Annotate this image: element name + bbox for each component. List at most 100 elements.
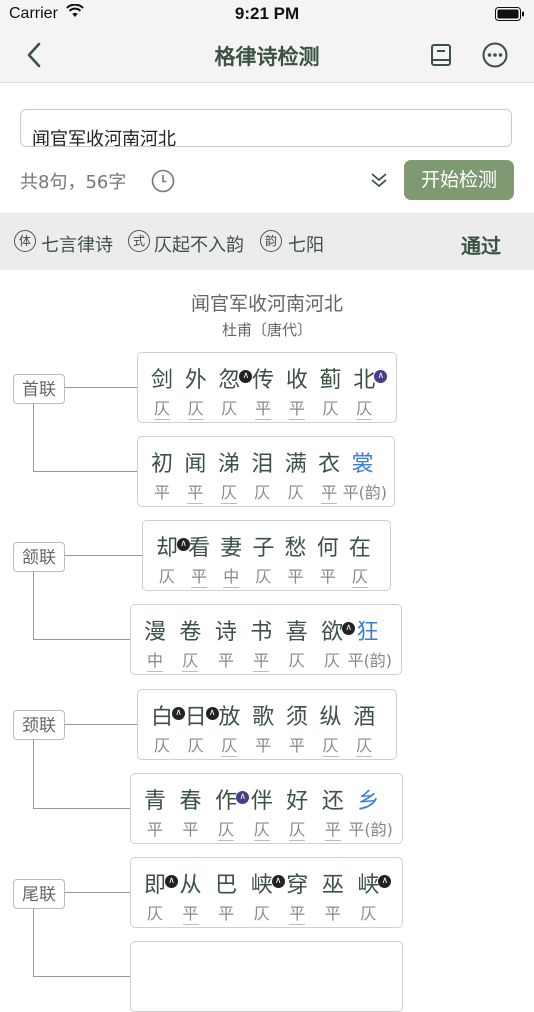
poem-input-text: 闻官军收河南河北 (32, 129, 176, 147)
char-cell: 闻平 (179, 437, 211, 507)
char-cell (352, 942, 384, 1012)
tone-text: 仄 (287, 483, 304, 502)
poem-line[interactable]: 白 ∧ 仄日 ∧ 仄放仄歌平须平纵仄酒仄 (137, 689, 397, 760)
poem-line[interactable]: 却 ∧ 仄看平妻中子仄愁平何平在仄 (142, 520, 391, 591)
tone-text: 平(韵) (348, 820, 393, 839)
tone-text: 仄 (356, 736, 373, 757)
poem-pattern-label: 仄起不入韵 (154, 235, 244, 256)
char-cell: 伴仄 (246, 774, 278, 844)
more-icon[interactable] (482, 42, 508, 72)
poem-char: 好 (286, 789, 309, 814)
char-cell: 看平 (183, 521, 215, 591)
poem-line[interactable]: 漫中卷仄诗平书平喜仄欲 ∧ 仄狂平(韵) (130, 604, 402, 675)
poem-author: 杜甫〔唐代〕 (221, 321, 312, 339)
char-cell (210, 942, 242, 1012)
tone-text: 仄 (187, 399, 204, 420)
poem-char: 剑 (150, 368, 173, 393)
poem-char: 酒 (353, 705, 376, 730)
poem-char: 书 (250, 620, 273, 645)
char-cell (139, 942, 171, 1012)
char-cell (246, 942, 278, 1012)
tone-text: 仄 (220, 483, 237, 504)
poem-char: 放 (218, 705, 241, 730)
lian-connector (33, 740, 131, 809)
tone-label: 仄 (180, 395, 212, 420)
tone-text: 仄 (351, 567, 368, 588)
tone-label: 仄 (213, 732, 245, 757)
tone-label: 平 (139, 816, 171, 840)
tone-label: 中 (215, 563, 247, 588)
bookmark-icon[interactable] (430, 43, 452, 71)
poem-char: 穿 (286, 873, 309, 898)
tone-mark-icon: ∧ (374, 370, 388, 383)
poem-line[interactable]: 青平春平作 ∧ 仄伴仄好仄还平乡平(韵) (130, 773, 403, 844)
char-cell: 却 ∧ 仄 (151, 521, 190, 591)
tone-text: 平 (321, 483, 338, 504)
char-cell: 春平 (175, 774, 207, 844)
tone-label: 平 (210, 647, 242, 671)
tone-text: 平 (324, 820, 341, 841)
tone-text: 平 (217, 651, 234, 670)
poem-char: 在 (348, 536, 371, 561)
char-cell: 何平 (312, 521, 344, 591)
char-cell: 峡 ∧ 仄 (246, 858, 285, 928)
start-check-button[interactable]: 开始检测 (404, 160, 514, 200)
tone-label: 平 (312, 563, 344, 587)
char-cell: 诗平 (210, 605, 242, 675)
poem-char: 传 (252, 368, 275, 393)
tone-text: 中 (223, 567, 240, 588)
char-cell: 即 ∧ 仄 (139, 858, 178, 928)
tone-text: 仄 (187, 736, 204, 755)
tone-text: 平 (324, 904, 341, 923)
char-cell: 乡平(韵) (348, 774, 393, 844)
tone-text: 仄 (146, 904, 163, 923)
lian-connector (33, 404, 138, 472)
couplet-label: 颔联 (13, 542, 65, 572)
poem-char: 衣 (318, 452, 341, 477)
tone-label: 平 (317, 900, 349, 924)
poem-input[interactable]: 闻官军收河南河北 (20, 109, 512, 147)
poem-line[interactable] (130, 941, 403, 1012)
char-cell: 卷仄 (174, 605, 206, 675)
tone-text: 仄 (158, 567, 175, 586)
poem-char: 泪 (251, 452, 274, 477)
poem-char: 从 (179, 873, 202, 898)
char-cell: 漫中 (139, 605, 171, 675)
tone-text: 仄 (221, 736, 238, 757)
rhyme-group-label: 七阳 (288, 235, 324, 256)
chevron-down-icon[interactable] (369, 170, 389, 194)
char-cell: 放仄 (213, 690, 245, 760)
status-bar: Carrier 9:21 PM (0, 0, 534, 28)
page-title: 格律诗检测 (214, 45, 320, 69)
poem-char: 子 (252, 536, 275, 561)
couplet-label: 尾联 (13, 879, 65, 909)
tone-label: 仄 (344, 563, 376, 588)
tone-label: 仄 (352, 900, 384, 924)
poem-char: 漫 (143, 620, 166, 645)
tone-text: 平 (146, 820, 163, 839)
history-clock-icon[interactable] (151, 169, 175, 197)
char-cell: 日 ∧ 仄 (180, 690, 219, 760)
char-cell: 白 ∧ 仄 (146, 690, 185, 760)
poem-line[interactable]: 即 ∧ 仄从平巴平峡 ∧ 仄穿平巫平峡 ∧ 仄 (130, 857, 403, 928)
tone-text: 平 (288, 399, 305, 420)
poem-line[interactable]: 初平闻平涕仄泪仄满仄衣平裳平(韵) (137, 436, 395, 507)
poem-char: 裳 (351, 452, 374, 477)
poem-char: 卷 (179, 620, 202, 645)
char-cell: 从平 (175, 858, 207, 928)
tone-label: 仄 (180, 732, 212, 756)
char-cell: 涕仄 (213, 437, 245, 507)
tone-text: 平 (255, 736, 272, 755)
tone-label: 平 (175, 900, 207, 925)
lian-connector-line (65, 892, 130, 893)
char-cell: 传平 (247, 353, 279, 423)
char-cell: 喜仄 (281, 605, 313, 675)
poem-char: 春 (179, 789, 202, 814)
char-cell: 满仄 (280, 437, 312, 507)
char-cell: 剑仄 (146, 353, 178, 423)
char-cell: 作 ∧ 仄 (210, 774, 250, 844)
poem-line[interactable]: 剑仄外仄忽 ∧ 仄传平收平蓟仄北 ∧ 仄 (137, 352, 397, 423)
poem-char: 妻 (220, 536, 243, 561)
tone-label: 平 (247, 732, 279, 756)
tone-text: 仄 (255, 567, 272, 586)
